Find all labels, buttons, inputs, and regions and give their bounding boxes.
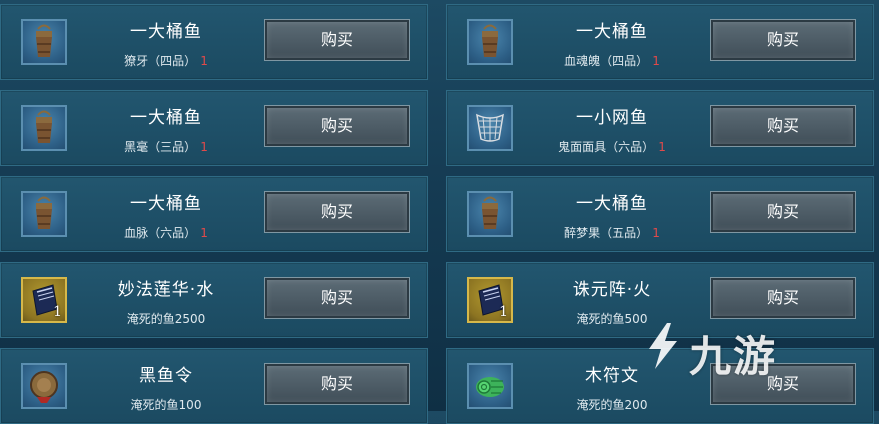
item-slot[interactable] (21, 191, 67, 237)
shop-item-card: 黑鱼令 淹死的鱼100 购买 (0, 348, 428, 424)
item-slot[interactable] (467, 105, 513, 151)
item-slot[interactable]: 1 (467, 277, 513, 323)
item-name: 一大桶鱼 (130, 22, 202, 42)
item-name: 妙法莲华·水 (117, 280, 215, 300)
cost-quantity: 1 (200, 226, 208, 240)
item-slot[interactable] (467, 19, 513, 65)
item-name: 一大桶鱼 (576, 194, 648, 214)
buy-button[interactable]: 购买 (264, 19, 410, 61)
bucket-icon (36, 24, 52, 57)
cost-quantity: 1 (652, 54, 660, 68)
buy-button[interactable]: 购买 (710, 19, 856, 61)
item-slot[interactable] (467, 363, 513, 409)
item-slot[interactable] (21, 105, 67, 151)
item-slot[interactable] (21, 363, 67, 409)
shop-item-card: 一小网鱼 鬼面面具（六品） 1 购买 (446, 90, 874, 166)
shop-item-card: 一大桶鱼 血脉（六品） 1 购买 (0, 176, 428, 252)
item-cost: 淹死的鱼100 (130, 398, 202, 412)
bucket-icon (482, 24, 498, 57)
buy-button[interactable]: 购买 (710, 277, 856, 319)
item-name: 一大桶鱼 (576, 22, 648, 42)
site-watermark: 九游 (641, 321, 831, 381)
buy-button[interactable]: 购买 (264, 191, 410, 233)
cost-quantity: 1 (200, 140, 208, 154)
item-name: 一大桶鱼 (130, 108, 202, 128)
shop-item-card: 一大桶鱼 醉梦果（五品） 1 购买 (446, 176, 874, 252)
shop-item-card: 1 妙法莲华·水 淹死的鱼2500 购买 (0, 262, 428, 338)
buy-button[interactable]: 购买 (264, 363, 410, 405)
item-cost: 醉梦果（五品） 1 (564, 226, 660, 240)
buy-button[interactable]: 购买 (710, 105, 856, 147)
item-cost: 血魂魄（四品） 1 (564, 54, 660, 68)
buy-button[interactable]: 购买 (264, 105, 410, 147)
item-cost: 淹死的鱼200 (576, 398, 648, 412)
token-icon (30, 371, 58, 403)
watermark-logo-icon (649, 323, 677, 369)
buy-button[interactable]: 购买 (264, 277, 410, 319)
item-name: 一小网鱼 (576, 108, 648, 128)
item-count-badge: 1 (53, 304, 62, 320)
bucket-icon (36, 110, 52, 143)
item-name: 诛元阵·火 (572, 280, 652, 300)
item-cost: 淹死的鱼2500 (126, 312, 206, 326)
item-cost: 獠牙（四品） 1 (124, 54, 208, 68)
item-slot[interactable] (21, 19, 67, 65)
watermark-text: 九游 (689, 332, 778, 381)
cost-quantity: 1 (658, 140, 666, 154)
buy-button[interactable]: 购买 (710, 191, 856, 233)
bucket-icon (36, 196, 52, 229)
item-count-badge: 1 (499, 304, 508, 320)
item-slot[interactable]: 1 (21, 277, 67, 323)
net-icon (476, 113, 504, 142)
item-name: 一大桶鱼 (130, 194, 202, 214)
item-slot[interactable] (467, 191, 513, 237)
bucket-icon (482, 196, 498, 229)
item-name: 黑鱼令 (139, 366, 193, 386)
item-cost: 鬼面面具（六品） 1 (558, 140, 666, 154)
item-cost: 黑毫（三品） 1 (124, 140, 208, 154)
cost-quantity: 1 (200, 54, 208, 68)
shop-item-card: 一大桶鱼 血魂魄（四品） 1 购买 (446, 4, 874, 80)
shop-item-card: 一大桶鱼 獠牙（四品） 1 购买 (0, 4, 428, 80)
scroll-icon (476, 377, 504, 397)
cost-quantity: 1 (652, 226, 660, 240)
shop-item-card: 一大桶鱼 黑毫（三品） 1 购买 (0, 90, 428, 166)
item-cost: 血脉（六品） 1 (124, 226, 208, 240)
